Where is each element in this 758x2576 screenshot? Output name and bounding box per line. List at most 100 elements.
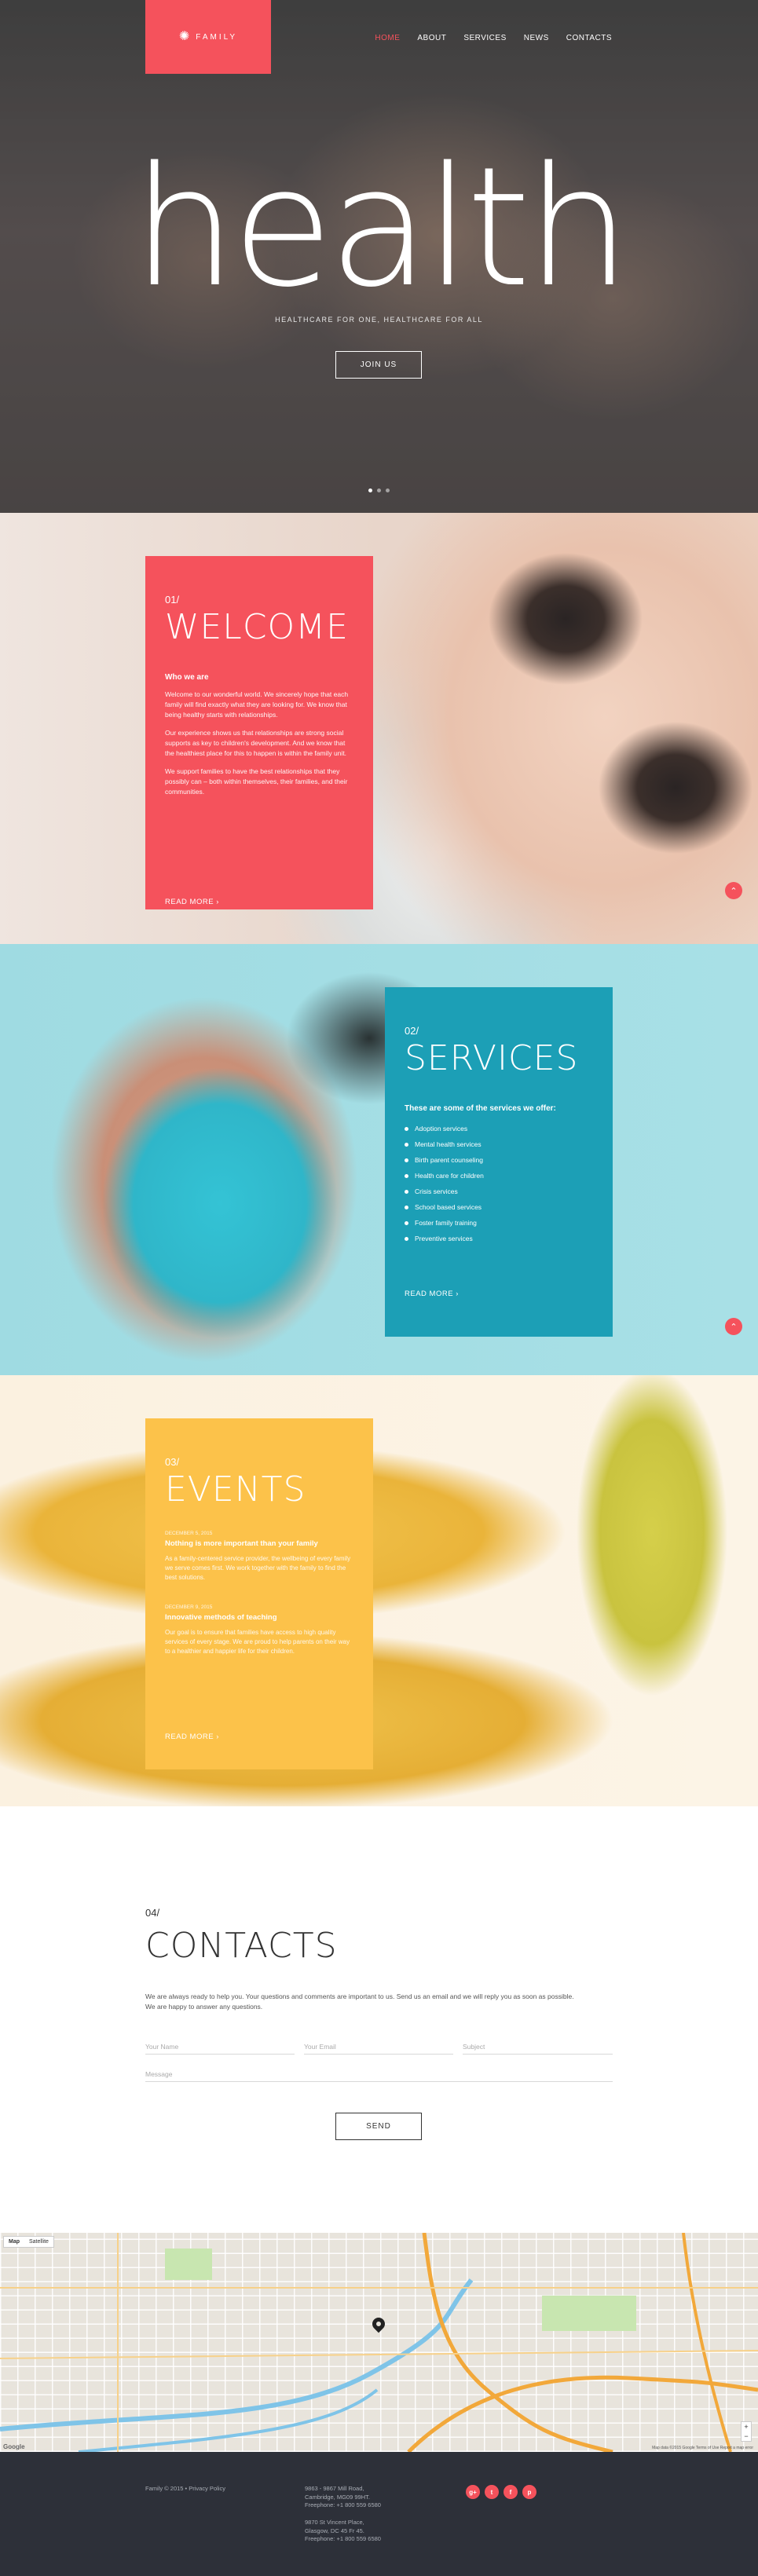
pinterest-icon[interactable]: p [522,2485,536,2499]
address-block-1: 9863 - 9867 Mill Road, Cambridge, MG09 9… [305,2485,381,2510]
event-description: Our goal is to ensure that families have… [165,1629,350,1655]
logo[interactable]: ✺ FAMILY [145,0,271,74]
events-read-more-link[interactable]: READ MORE › [165,1733,219,1741]
map-roads [0,2233,758,2452]
map[interactable]: Map Satellite + − Google Map data ©2015 … [0,2233,758,2452]
bullet-icon [405,1220,408,1225]
nav-contacts[interactable]: CONTACTS [566,34,612,42]
hero-subtitle: HEALTHCARE FOR ONE, HEALTHCARE FOR ALL [275,316,483,324]
address-line: Glasgow, DC 45 Fr 45. [305,2527,364,2534]
service-label: Mental health services [415,1140,482,1148]
email-field[interactable] [304,2039,453,2055]
bullet-icon [405,1189,408,1194]
map-zoom-control: + − [741,2421,752,2442]
zoom-in-button[interactable]: + [742,2422,751,2431]
nav-news[interactable]: NEWS [524,34,549,42]
address-line: 9870 St Vincent Place, [305,2519,364,2526]
chevron-up-icon: ⌃ [730,886,738,896]
name-field[interactable] [145,2039,295,2055]
facebook-icon[interactable]: f [504,2485,518,2499]
google-plus-icon[interactable]: g+ [466,2485,480,2499]
service-label: Adoption services [415,1125,468,1132]
copyright: Family © 2015 • Privacy Policy [145,2485,225,2492]
slider-dot-3[interactable] [386,488,390,492]
chevron-right-icon: › [216,1733,219,1741]
list-item: Preventive services [405,1231,593,1246]
services-read-more-link[interactable]: READ MORE › [405,1290,459,1298]
read-more-label: READ MORE [405,1290,454,1298]
park [165,2249,212,2280]
welcome-card: 01/ WELCOME Who we are Welcome to our wo… [145,556,373,909]
zoom-out-button[interactable]: − [742,2431,751,2441]
section-number: 03/ [165,1456,180,1468]
section-title: EVENTS [165,1469,306,1509]
join-us-button[interactable]: JOIN US [335,351,422,379]
section-number: 04/ [145,1907,160,1919]
event-date: DECEMBER 5, 2015 [165,1531,213,1536]
main-nav: HOME ABOUT SERVICES NEWS CONTACTS [375,34,612,42]
privacy-policy-link[interactable]: Privacy Policy [189,2485,225,2492]
welcome-section: 01/ WELCOME Who we are Welcome to our wo… [0,513,758,944]
list-item: Adoption services [405,1121,593,1136]
event-title[interactable]: Innovative methods of teaching [165,1613,353,1622]
road [0,2350,758,2359]
service-label: Health care for children [415,1172,484,1180]
services-subheading: These are some of the services we offer: [405,1104,556,1113]
address-block-2: 9870 St Vincent Place, Glasgow, DC 45 Fr… [305,2519,381,2544]
service-label: Birth parent counseling [415,1156,483,1164]
contacts-section: 04/ CONTACTS We are always ready to help… [0,1806,758,2233]
list-item: Foster family training [405,1215,593,1231]
list-item: Mental health services [405,1136,593,1152]
bullet-icon [405,1158,408,1162]
bullet-icon [405,1205,408,1209]
highway [682,2233,732,2452]
slider-dot-2[interactable] [377,488,381,492]
section-number: 02/ [405,1025,419,1037]
list-item: Birth parent counseling [405,1152,593,1168]
section-number: 01/ [165,594,180,606]
event-title[interactable]: Nothing is more important than your fami… [165,1539,353,1548]
sun-icon: ✺ [178,30,190,43]
logo-text: FAMILY [196,32,238,42]
scroll-up-button[interactable]: ⌃ [725,1318,742,1335]
chevron-up-icon: ⌃ [730,1322,738,1332]
twitter-icon[interactable]: t [485,2485,499,2499]
bullet-icon [405,1236,408,1241]
address-line: Freephone: +1 800 559 6580 [305,2535,381,2542]
contacts-text-line: We are happy to answer any questions. [145,2003,263,2011]
nav-home[interactable]: HOME [375,34,400,42]
welcome-paragraph: Welcome to our wonderful world. We since… [165,690,349,719]
services-section: 02/ SERVICES These are some of the servi… [0,944,758,1375]
service-label: Crisis services [415,1187,458,1195]
welcome-subheading: Who we are [165,673,209,682]
scroll-up-button[interactable]: ⌃ [725,882,742,899]
hero-section: ✺ FAMILY HOME ABOUT SERVICES NEWS CONTAC… [0,0,758,513]
list-item: Health care for children [405,1168,593,1184]
send-button[interactable]: SEND [335,2113,422,2140]
list-item: School based services [405,1199,593,1215]
slider-dot-1[interactable] [368,488,372,492]
service-label: School based services [415,1203,482,1211]
section-title: SERVICES [405,1038,579,1078]
social-links: g+ t f p [466,2485,536,2499]
google-logo: Google [3,2443,25,2450]
contacts-description: We are always ready to help you. Your qu… [145,1992,585,2012]
map-credit: Map data ©2015 Google Terms of Use Repor… [652,2446,753,2450]
contacts-text-line: We are always ready to help you. Your qu… [145,1992,574,2000]
nav-services[interactable]: SERVICES [463,34,506,42]
map-type-toggle: Map Satellite [3,2236,54,2248]
address-line: 9863 - 9867 Mill Road, [305,2485,364,2492]
satellite-view-button[interactable]: Satellite [24,2237,53,2247]
service-label: Foster family training [415,1219,477,1227]
welcome-read-more-link[interactable]: READ MORE › [165,898,219,906]
map-view-button[interactable]: Map [4,2237,24,2247]
nav-about[interactable]: ABOUT [417,34,446,42]
footer: Family © 2015 • Privacy Policy 9863 - 98… [0,2452,758,2576]
services-card: 02/ SERVICES These are some of the servi… [385,987,613,1337]
subject-field[interactable] [463,2039,613,2055]
section-title: WELCOME [165,607,349,647]
message-field[interactable] [145,2066,613,2082]
chevron-right-icon: › [216,898,219,906]
services-list: Adoption services Mental health services… [405,1121,593,1246]
list-item: Crisis services [405,1184,593,1199]
